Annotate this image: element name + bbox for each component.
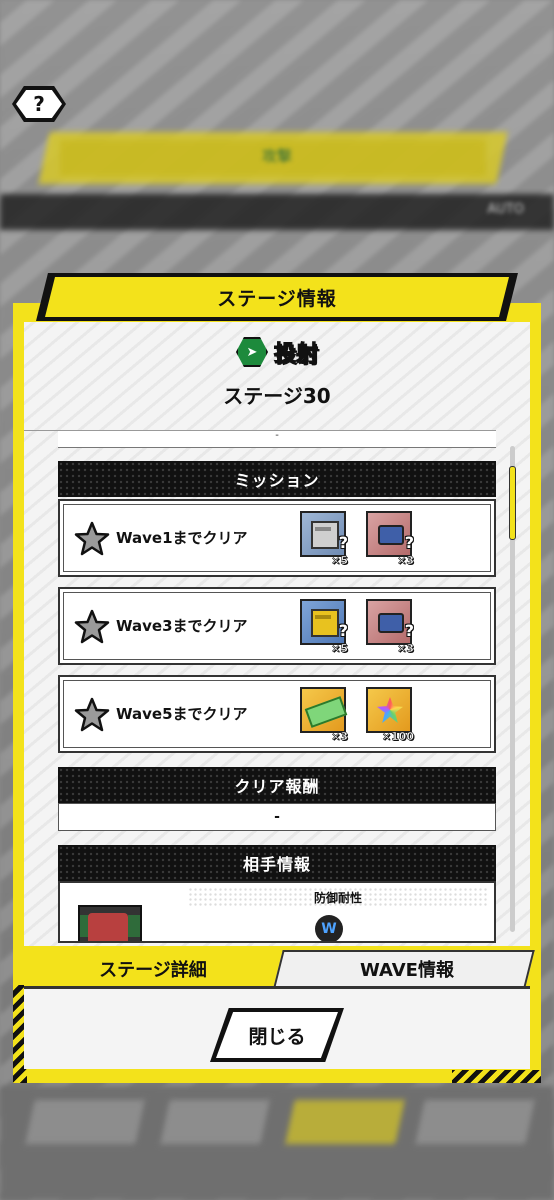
background-menu-button — [285, 1100, 405, 1144]
reward-quantity: ×3 — [397, 554, 414, 568]
opponent-header: 相手情報 — [58, 845, 496, 881]
clear-reward-header: クリア報酬 — [58, 767, 496, 803]
previous-section-row: - — [58, 431, 496, 448]
mission-row: Wave1までクリア ? ×5 ? ×3 — [58, 499, 496, 577]
reward-quantity: ×100 — [381, 730, 415, 744]
background-auto-label: AUTO — [487, 202, 524, 217]
star-icon — [74, 609, 110, 644]
background-dark-bar — [0, 194, 554, 230]
reward-item[interactable]: ? ×5 — [300, 599, 350, 655]
unknown-mark: ? — [404, 621, 414, 640]
reward-item[interactable]: ×3 — [300, 687, 350, 743]
projectile-type-icon: ➤ — [235, 337, 268, 367]
background-menu-button — [25, 1100, 145, 1144]
mission-label: Wave5までクリア — [116, 705, 248, 723]
mission-label: Wave3までクリア — [116, 617, 248, 635]
scrollbar-thumb[interactable] — [509, 466, 516, 540]
robot-icon — [88, 913, 128, 941]
stage-type: ➤ 投射 — [0, 334, 554, 370]
reward-quantity: ×3 — [331, 730, 348, 744]
opponent-panel: 防御耐性 W — [58, 881, 496, 943]
star-icon — [74, 697, 110, 732]
background-menu-button — [415, 1100, 535, 1144]
reward-item[interactable]: ? ×5 — [300, 511, 350, 567]
defense-resistance-label: 防御耐性 — [313, 891, 362, 905]
tab-stage-detail[interactable]: ステージ詳細 — [24, 950, 282, 988]
reward-quantity: ×5 — [331, 642, 348, 656]
reward-quantity: ×3 — [397, 642, 414, 656]
mission-label: Wave1までクリア — [116, 529, 248, 547]
opponent-avatar[interactable] — [78, 905, 142, 941]
tab-wave-info[interactable]: WAVE情報 — [282, 950, 532, 988]
unknown-mark: ? — [338, 621, 348, 640]
avatar-arm — [128, 915, 140, 937]
reward-item[interactable]: ×100 — [366, 687, 416, 743]
hazard-stripe-decoration — [452, 1070, 541, 1083]
defense-type-icon: W — [315, 915, 343, 941]
background-menu-button — [160, 1100, 270, 1144]
dialog-title: ステージ情報 — [217, 287, 337, 310]
stage-type-label: 投射 — [273, 341, 318, 367]
mission-row: Wave3までクリア ? ×5 ? ×3 — [58, 587, 496, 665]
star-icon — [74, 521, 110, 556]
clear-reward-value: - — [58, 803, 496, 831]
rainbow-crystal-icon — [366, 687, 412, 733]
unknown-mark: ? — [404, 533, 414, 552]
reward-item[interactable]: ? ×3 — [366, 599, 416, 655]
ticket-icon — [300, 687, 348, 733]
close-button[interactable]: 閉じる — [216, 1012, 338, 1058]
mission-row: Wave5までクリア ×3 ×100 — [58, 675, 496, 753]
reward-item[interactable]: ? ×3 — [366, 511, 416, 567]
mission-header: ミッション — [58, 461, 496, 497]
background-banner-text: 攻撃 — [261, 147, 292, 165]
stage-name: ステージ30 — [223, 384, 331, 408]
reward-quantity: ×5 — [331, 554, 348, 568]
unknown-mark: ? — [338, 533, 348, 552]
